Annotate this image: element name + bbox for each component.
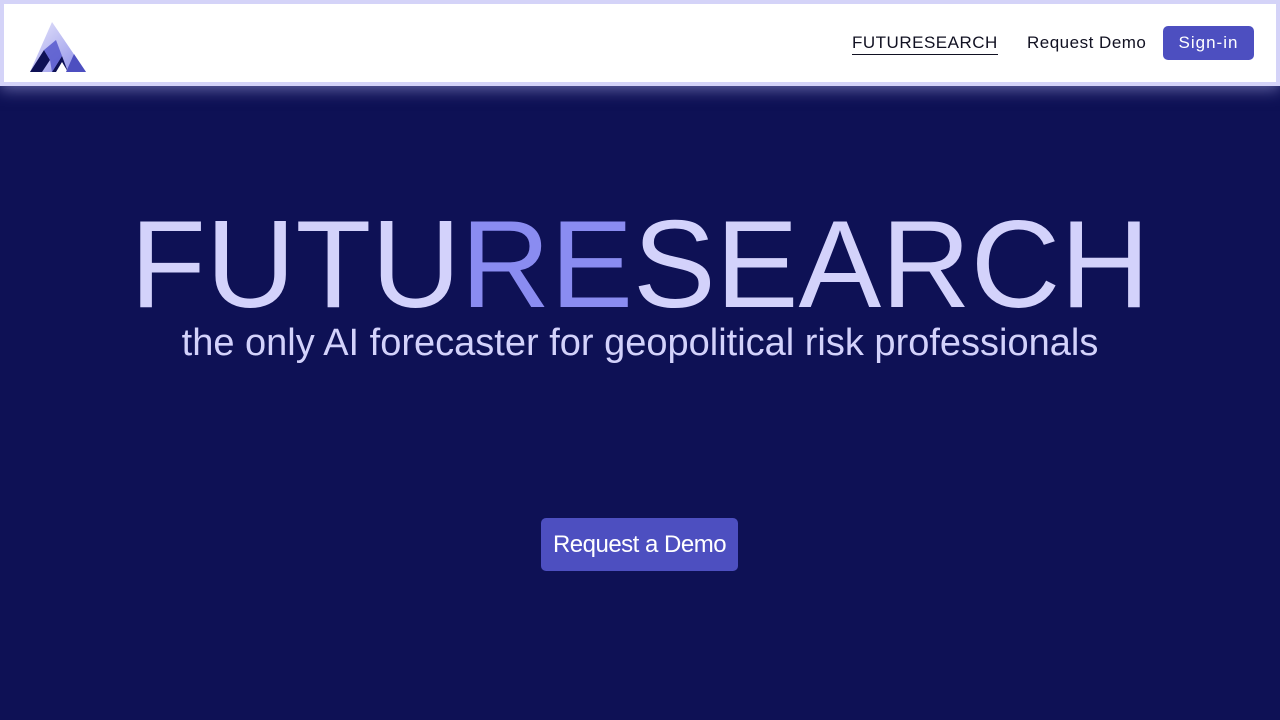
triangle-logo-icon[interactable]	[26, 18, 88, 74]
hero-title-part1: FUTU	[130, 196, 461, 334]
nav-link-futuresearch[interactable]: FUTURESEARCH	[852, 33, 998, 55]
signin-button[interactable]: Sign-in	[1163, 26, 1254, 60]
request-demo-button[interactable]: Request a Demo	[541, 518, 738, 571]
hero-title: FUTURESEARCH	[0, 200, 1280, 330]
site-header: FUTURESEARCH Request Demo Sign-in	[0, 0, 1280, 86]
nav-link-request-demo[interactable]: Request Demo	[1027, 33, 1146, 53]
hero-subtitle: the only AI forecaster for geopolitical …	[181, 322, 1099, 364]
hero-title-part2: SEARCH	[633, 196, 1150, 334]
hero-title-highlight: RE	[460, 196, 634, 334]
